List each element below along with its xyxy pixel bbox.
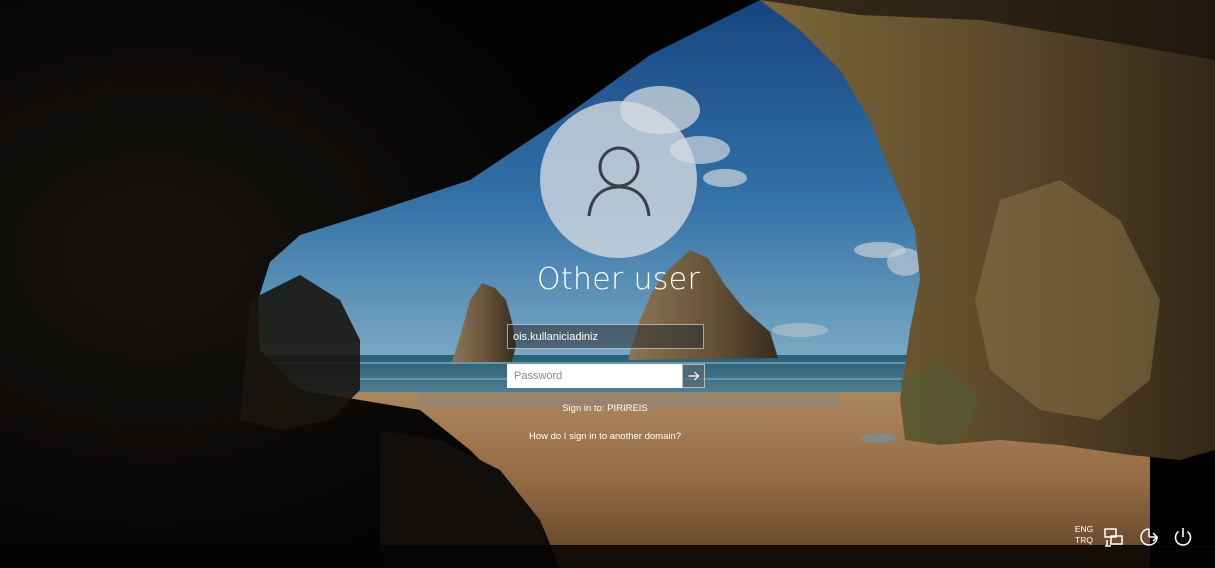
- user-avatar: [540, 101, 697, 258]
- arrow-right-icon: [688, 371, 699, 381]
- other-domain-help-link[interactable]: How do I sign in to another domain?: [480, 431, 730, 442]
- network-icon[interactable]: [1103, 526, 1125, 548]
- lang-primary: ENG: [1074, 524, 1094, 534]
- username-input[interactable]: [507, 324, 704, 349]
- lang-secondary: TRQ: [1075, 535, 1093, 545]
- sign-in-domain-text: Sign in to: PIRIREIS: [562, 403, 648, 414]
- user-icon: [587, 146, 650, 216]
- input-language-indicator[interactable]: ENG TRQ: [1071, 524, 1097, 546]
- power-icon[interactable]: [1172, 526, 1194, 548]
- password-input[interactable]: [507, 364, 682, 388]
- submit-button[interactable]: [682, 364, 705, 388]
- ease-of-access-icon[interactable]: [1138, 526, 1160, 548]
- user-display-name: Other user: [536, 262, 701, 297]
- lock-screen: Other user Sign in to: PIRIREIS How do I…: [0, 0, 1215, 568]
